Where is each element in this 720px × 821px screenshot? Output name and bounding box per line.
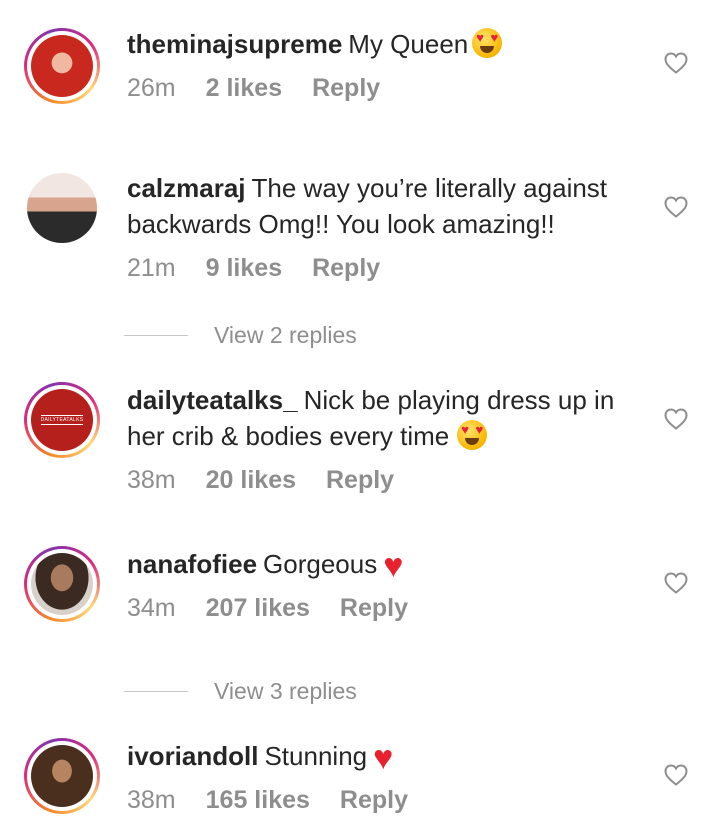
- comment-time: 34m: [127, 594, 176, 622]
- comment-body: Gorgeous: [263, 549, 378, 579]
- comment-text: calzmaraj The way you’re literally agains…: [127, 170, 647, 242]
- avatar-photo: [31, 745, 93, 807]
- comment-text: theminajsupreme My Queen: [127, 26, 647, 62]
- red-heart-emoji-icon: ♥: [373, 739, 394, 777]
- red-heart-emoji-icon: ♥: [383, 547, 404, 585]
- comment-username[interactable]: ivoriandoll: [127, 741, 258, 771]
- heart-outline-icon[interactable]: [664, 408, 688, 430]
- divider: [124, 335, 188, 336]
- comment-meta: 38m 165 likes Reply: [127, 786, 438, 815]
- view-replies-button[interactable]: View 2 replies: [124, 320, 424, 350]
- reply-button[interactable]: Reply: [312, 254, 380, 282]
- comment-username[interactable]: calzmaraj: [127, 173, 246, 203]
- avatar[interactable]: [24, 28, 100, 104]
- comment-meta: 21m 9 likes Reply: [127, 254, 410, 283]
- reply-button[interactable]: Reply: [312, 74, 380, 102]
- comment-body: Stunning: [264, 741, 368, 771]
- comment-likes[interactable]: 2 likes: [206, 74, 282, 102]
- heart-outline-icon[interactable]: [664, 572, 688, 594]
- avatar-photo: [31, 35, 93, 97]
- avatar-logo-text: DAILYTEATALKS: [40, 415, 84, 425]
- reply-button[interactable]: Reply: [326, 466, 394, 494]
- heart-eyes-emoji-icon: [457, 420, 488, 450]
- comment-time: 26m: [127, 74, 176, 102]
- comment-time: 38m: [127, 466, 176, 494]
- avatar[interactable]: [24, 738, 100, 814]
- comment-time: 21m: [127, 254, 176, 282]
- comment-likes[interactable]: 165 likes: [206, 786, 310, 814]
- avatar[interactable]: [24, 546, 100, 622]
- avatar-photo: DAILYTEATALKS: [31, 389, 93, 451]
- comment-time: 38m: [127, 786, 176, 814]
- comment-likes[interactable]: 207 likes: [206, 594, 310, 622]
- comment-meta: 34m 207 likes Reply: [127, 594, 438, 623]
- comment-username[interactable]: theminajsupreme: [127, 29, 342, 59]
- view-replies-label[interactable]: View 3 replies: [214, 676, 357, 706]
- reply-button[interactable]: Reply: [340, 786, 408, 814]
- comment-meta: 38m 20 likes Reply: [127, 466, 424, 495]
- comment-likes[interactable]: 9 likes: [206, 254, 282, 282]
- comment-meta: 26m 2 likes Reply: [127, 74, 410, 103]
- reply-button[interactable]: Reply: [340, 594, 408, 622]
- comment-username[interactable]: nanafofiee: [127, 549, 257, 579]
- comment-username[interactable]: dailyteatalks_: [127, 385, 298, 415]
- heart-outline-icon[interactable]: [664, 196, 688, 218]
- view-replies-button[interactable]: View 3 replies: [124, 676, 424, 706]
- comment-text: dailyteatalks_ Nick be playing dress up i…: [127, 382, 647, 454]
- heart-outline-icon[interactable]: [664, 52, 688, 74]
- view-replies-label[interactable]: View 2 replies: [214, 320, 357, 350]
- heart-eyes-emoji-icon: [472, 28, 503, 58]
- comment-likes[interactable]: 20 likes: [206, 466, 296, 494]
- avatar-photo: [31, 553, 93, 615]
- heart-outline-icon[interactable]: [664, 764, 688, 786]
- avatar[interactable]: DAILYTEATALKS: [24, 382, 100, 458]
- avatar[interactable]: [24, 170, 100, 246]
- comment-body: My Queen: [348, 29, 469, 59]
- comment-text: ivoriandoll Stunning ♥: [127, 738, 647, 777]
- avatar-photo: [27, 173, 97, 243]
- comment-text: nanafofiee Gorgeous ♥: [127, 546, 647, 585]
- divider: [124, 691, 188, 692]
